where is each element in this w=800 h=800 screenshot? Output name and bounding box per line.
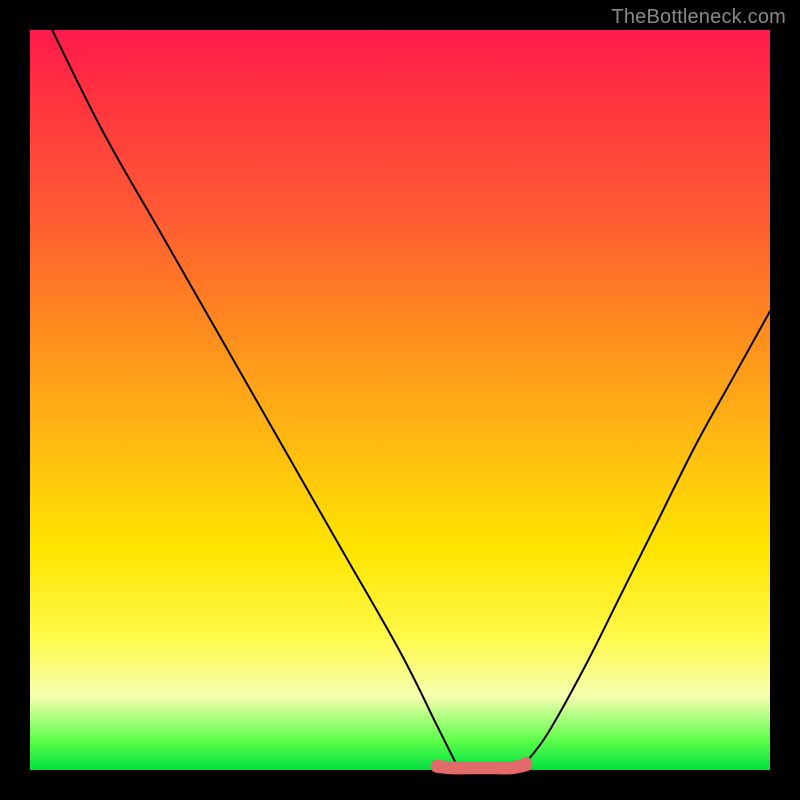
right-curve-path <box>526 311 770 762</box>
left-curve-path <box>52 30 455 763</box>
chart-svg <box>30 30 770 770</box>
attribution-text: TheBottleneck.com <box>611 6 786 29</box>
chart-frame: TheBottleneck.com <box>0 0 800 800</box>
accent-dot <box>520 757 532 769</box>
plot-area <box>30 30 770 770</box>
marker-band-group <box>437 765 526 768</box>
curves-group <box>52 30 770 763</box>
marker-band-path <box>437 765 526 768</box>
